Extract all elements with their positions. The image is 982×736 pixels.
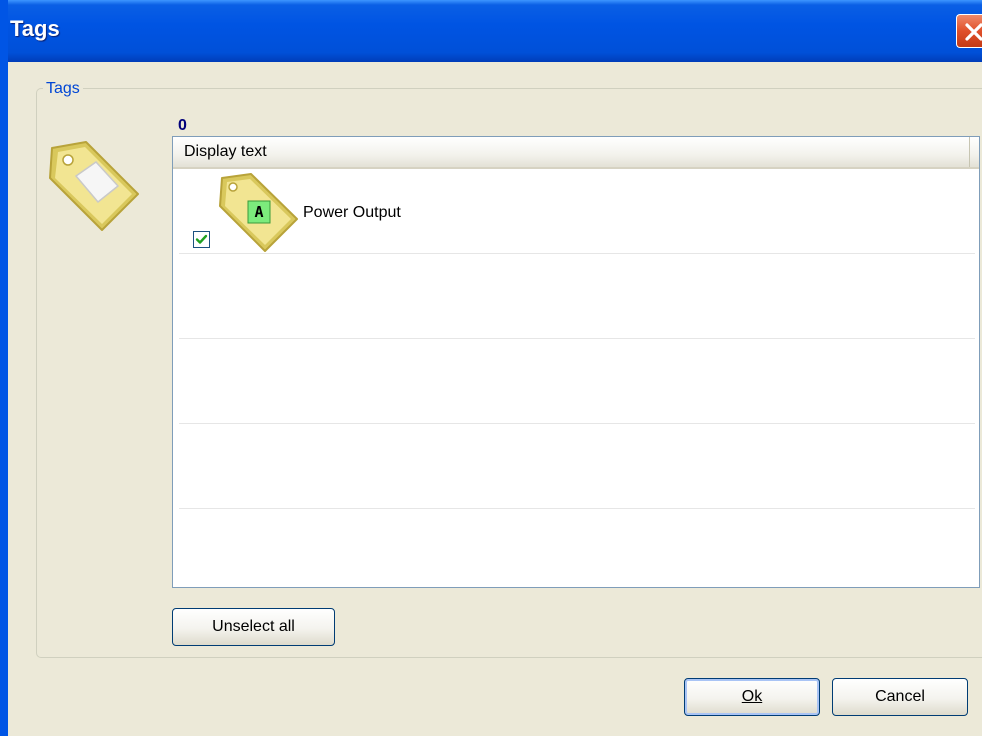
- empty-row: [179, 339, 975, 424]
- close-button[interactable]: [956, 14, 982, 48]
- unselect-all-button[interactable]: Unselect all: [172, 608, 335, 646]
- column-header-label: Display text: [184, 143, 267, 160]
- cancel-button-label: Cancel: [875, 688, 925, 705]
- empty-row: [179, 424, 975, 509]
- groupbox-legend: Tags: [43, 80, 83, 98]
- list-header: Display text: [173, 137, 979, 169]
- selected-count: 0: [178, 117, 187, 134]
- row-label: Power Output: [303, 204, 401, 221]
- close-x-icon: [965, 23, 982, 41]
- list-item[interactable]: A Power Output: [179, 169, 975, 254]
- check-icon: [195, 234, 208, 244]
- tags-list[interactable]: Display text A Power Output: [172, 136, 980, 588]
- ok-button[interactable]: Ok: [684, 678, 820, 716]
- tags-dialog: Tags Tags 0 Display text A Power Output …: [0, 0, 982, 736]
- tag-icon: [49, 141, 139, 231]
- ok-button-label: Ok: [741, 688, 763, 705]
- tag-with-badge-icon: A: [219, 173, 298, 252]
- empty-row: [179, 254, 975, 339]
- cancel-button[interactable]: Cancel: [832, 678, 968, 716]
- column-header-display-text[interactable]: Display text: [173, 137, 970, 167]
- row-badge: A: [254, 203, 263, 221]
- title-bar[interactable]: Tags: [8, 0, 982, 62]
- window-title: Tags: [10, 16, 60, 41]
- row-checkbox[interactable]: [193, 231, 210, 248]
